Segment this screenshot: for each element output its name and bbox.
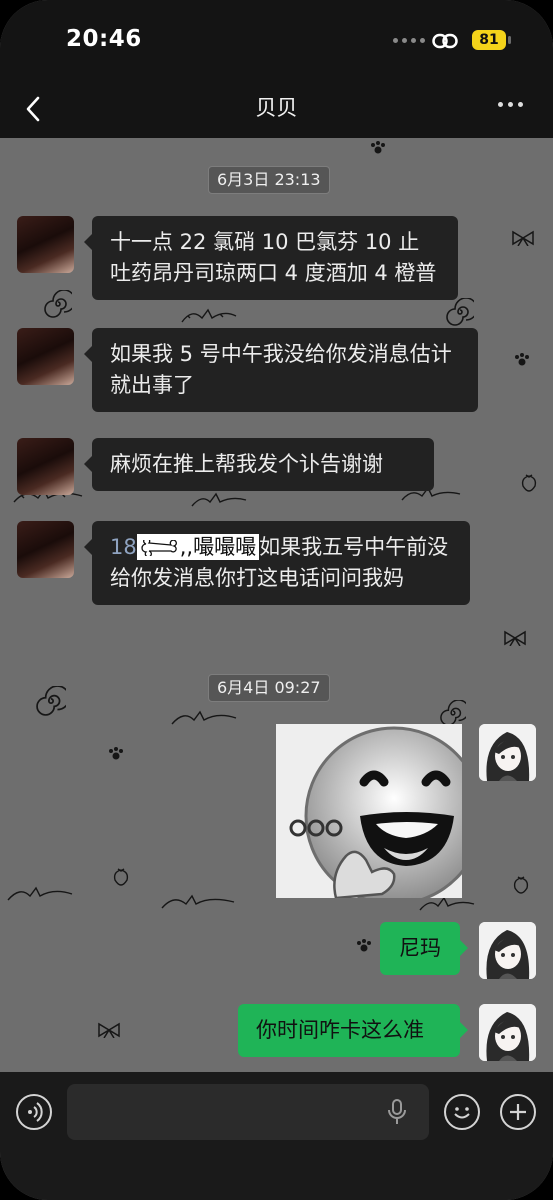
cat-doodle-icon xyxy=(181,308,237,323)
outgoing-message[interactable]: 尼玛 xyxy=(380,922,468,975)
plus-icon[interactable] xyxy=(500,1094,536,1130)
cat-doodle-icon xyxy=(7,886,73,901)
chat-area[interactable]: 6月3日 23:13 十一点 22 氯硝 10 巴氯芬 10 止吐药昂丹司琼两口… xyxy=(0,138,553,1072)
contact-avatar[interactable] xyxy=(17,216,74,273)
cat-doodle-icon xyxy=(171,710,237,725)
voice-toggle-icon[interactable] xyxy=(16,1094,52,1130)
bow-doodle-icon xyxy=(98,1022,120,1038)
bone-icon xyxy=(141,537,177,558)
my-avatar[interactable] xyxy=(479,1004,536,1061)
paw-doodle-icon xyxy=(109,747,123,760)
battery-indicator: 81 xyxy=(472,30,511,50)
timestamp: 6月4日 09:27 xyxy=(208,674,330,702)
sticker-text: ,,嘬嘬嘬 xyxy=(179,535,257,559)
strawberry-doodle-icon xyxy=(521,474,537,492)
incoming-message[interactable]: 十一点 22 氯硝 10 巴氯芬 10 止吐药昂丹司琼两口 4 度酒加 4 橙普 xyxy=(84,216,458,300)
cat-doodle-icon xyxy=(161,894,235,909)
anime-girl-avatar-icon xyxy=(479,724,536,781)
contact-avatar[interactable] xyxy=(17,438,74,495)
swirl-doodle-icon xyxy=(36,686,66,716)
strawberry-doodle-icon xyxy=(513,876,529,894)
status-time: 20:46 xyxy=(66,26,142,52)
phone-number-prefix: 18 xyxy=(110,535,137,559)
outgoing-message[interactable]: 你时间咋卡这么准 xyxy=(238,1004,468,1057)
my-avatar[interactable] xyxy=(479,724,536,781)
swirl-doodle-icon xyxy=(440,700,466,726)
incoming-message[interactable]: 18 ,,嘬嘬嘬 如果我五号中午前没给你发消息你打这电话问问我妈 xyxy=(84,521,470,605)
incoming-message[interactable]: 麻烦在推上帮我发个讣告谢谢 xyxy=(84,438,434,491)
status-bar: 20:46 81 xyxy=(0,0,553,78)
strawberry-doodle-icon xyxy=(113,868,129,886)
bow-doodle-icon xyxy=(504,630,526,646)
link-icon xyxy=(432,33,458,49)
phone-screen: 20:46 81 贝贝 6月3日 23:13 十一点 22 氯硝 10 巴氯芬 … xyxy=(0,0,553,1200)
bow-doodle-icon xyxy=(512,230,534,246)
emoji-sticker: ,,嘬嘬嘬 xyxy=(136,534,260,560)
emoji-icon[interactable] xyxy=(444,1094,480,1130)
paw-doodle-icon xyxy=(357,939,371,952)
message-input[interactable] xyxy=(67,1084,429,1140)
signal-icon xyxy=(393,38,425,43)
chat-header: 贝贝 xyxy=(0,78,553,138)
swirl-doodle-icon xyxy=(44,290,72,318)
anime-girl-avatar-icon xyxy=(479,922,536,979)
input-bar xyxy=(0,1072,553,1200)
anime-girl-avatar-icon xyxy=(479,1004,536,1061)
paw-doodle-icon xyxy=(371,141,385,154)
chat-title: 贝贝 xyxy=(255,96,298,120)
swirl-doodle-icon xyxy=(446,298,474,326)
cat-doodle-icon xyxy=(191,492,247,507)
timestamp: 6月3日 23:13 xyxy=(208,166,330,194)
incoming-message[interactable]: 如果我 5 号中午我没给你发消息估计就出事了 xyxy=(84,328,478,412)
contact-avatar[interactable] xyxy=(17,521,74,578)
grinning-face-sticker-icon xyxy=(276,724,462,898)
more-icon[interactable] xyxy=(498,102,523,107)
my-avatar[interactable] xyxy=(479,922,536,979)
paw-doodle-icon xyxy=(515,353,529,366)
sticker-image[interactable] xyxy=(276,724,462,898)
contact-avatar[interactable] xyxy=(17,328,74,385)
microphone-icon[interactable] xyxy=(387,1098,407,1126)
